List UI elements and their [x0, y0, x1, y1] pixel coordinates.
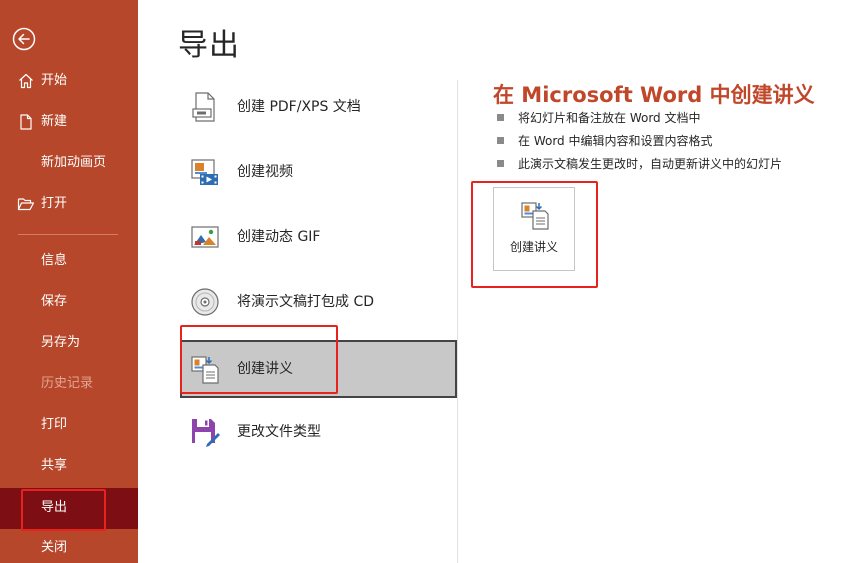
nav-label: 开始 [41, 73, 68, 88]
backstage-sidebar: 开始 新建 新加动画页 打开 信息 保存 另存为 历史记录 打印 共享 导出 关… [0, 0, 138, 563]
nav-item-new-animation-page[interactable]: 新加动画页 [0, 145, 138, 181]
nav-item-export[interactable]: 导出 [0, 488, 138, 529]
cd-disc-icon [191, 288, 219, 316]
video-icon [191, 159, 218, 185]
back-arrow-icon[interactable] [12, 27, 36, 51]
nav-item-info[interactable]: 信息 [0, 243, 138, 279]
handout-icon [191, 356, 219, 384]
nav-label: 历史记录 [41, 376, 94, 391]
bullet-square [497, 114, 504, 121]
nav-item-home[interactable]: 开始 [0, 63, 138, 99]
nav-label: 信息 [41, 253, 68, 268]
nav-item-save[interactable]: 保存 [0, 284, 138, 320]
option-change-file-type[interactable]: 更改文件类型 [180, 403, 457, 461]
bullet-text: 将幻灯片和备注放在 Word 文档中 [518, 111, 701, 125]
option-create-handout[interactable]: 创建讲义 [180, 340, 457, 398]
nav-label: 打印 [41, 417, 68, 432]
option-label: 更改文件类型 [237, 424, 321, 440]
nav-item-open[interactable]: 打开 [0, 186, 138, 222]
bullet-item: 将幻灯片和备注放在 Word 文档中 [497, 108, 857, 131]
bullet-text: 此演示文稿发生更改时，自动更新讲义中的幻灯片 [518, 157, 783, 171]
option-label: 创建 PDF/XPS 文档 [237, 99, 361, 115]
nav-label: 新建 [41, 114, 68, 129]
open-folder-icon [17, 198, 35, 211]
option-label: 创建视频 [237, 164, 293, 180]
nav-item-print[interactable]: 打印 [0, 407, 138, 443]
nav-label: 新加动画页 [41, 155, 107, 170]
nav-label: 导出 [41, 500, 68, 515]
bullet-text: 在 Word 中编辑内容和设置内容格式 [518, 134, 713, 148]
pdf-document-icon [192, 92, 215, 122]
option-label: 创建动态 GIF [237, 229, 321, 245]
gif-image-icon [191, 226, 219, 248]
option-label: 创建讲义 [237, 361, 293, 377]
sidebar-divider [18, 234, 118, 235]
create-handout-button[interactable]: 创建讲义 [493, 187, 575, 271]
option-create-video[interactable]: 创建视频 [180, 143, 457, 201]
bullet-item: 此演示文稿发生更改时，自动更新讲义中的幻灯片 [497, 154, 857, 177]
nav-item-close[interactable]: 关闭 [0, 530, 138, 563]
nav-label: 打开 [41, 196, 68, 211]
nav-item-share[interactable]: 共享 [0, 448, 138, 484]
change-file-type-icon [192, 419, 220, 447]
handout-icon [521, 202, 549, 230]
option-label: 将演示文稿打包成 CD [237, 294, 375, 310]
nav-item-history: 历史记录 [0, 366, 138, 402]
detail-title: 在 Microsoft Word 中创建讲义 [493, 83, 815, 107]
nav-label: 关闭 [41, 540, 68, 555]
option-create-gif[interactable]: 创建动态 GIF [180, 208, 457, 266]
nav-label: 保存 [41, 294, 68, 309]
home-icon [19, 73, 33, 89]
bullet-item: 在 Word 中编辑内容和设置内容格式 [497, 131, 857, 154]
new-file-icon [20, 114, 32, 130]
page-title: 导出 [178, 28, 240, 63]
nav-item-save-as[interactable]: 另存为 [0, 325, 138, 361]
option-create-pdf-xps[interactable]: 创建 PDF/XPS 文档 [180, 78, 457, 136]
detail-bullets: 将幻灯片和备注放在 Word 文档中 在 Word 中编辑内容和设置内容格式 此… [497, 108, 857, 177]
option-package-cd[interactable]: 将演示文稿打包成 CD [180, 273, 457, 331]
nav-item-new[interactable]: 新建 [0, 104, 138, 140]
bullet-square [497, 160, 504, 167]
bullet-square [497, 137, 504, 144]
create-handout-button-label: 创建讲义 [509, 240, 558, 254]
panel-divider [457, 80, 458, 563]
nav-label: 另存为 [41, 335, 81, 350]
nav-label: 共享 [41, 458, 68, 473]
